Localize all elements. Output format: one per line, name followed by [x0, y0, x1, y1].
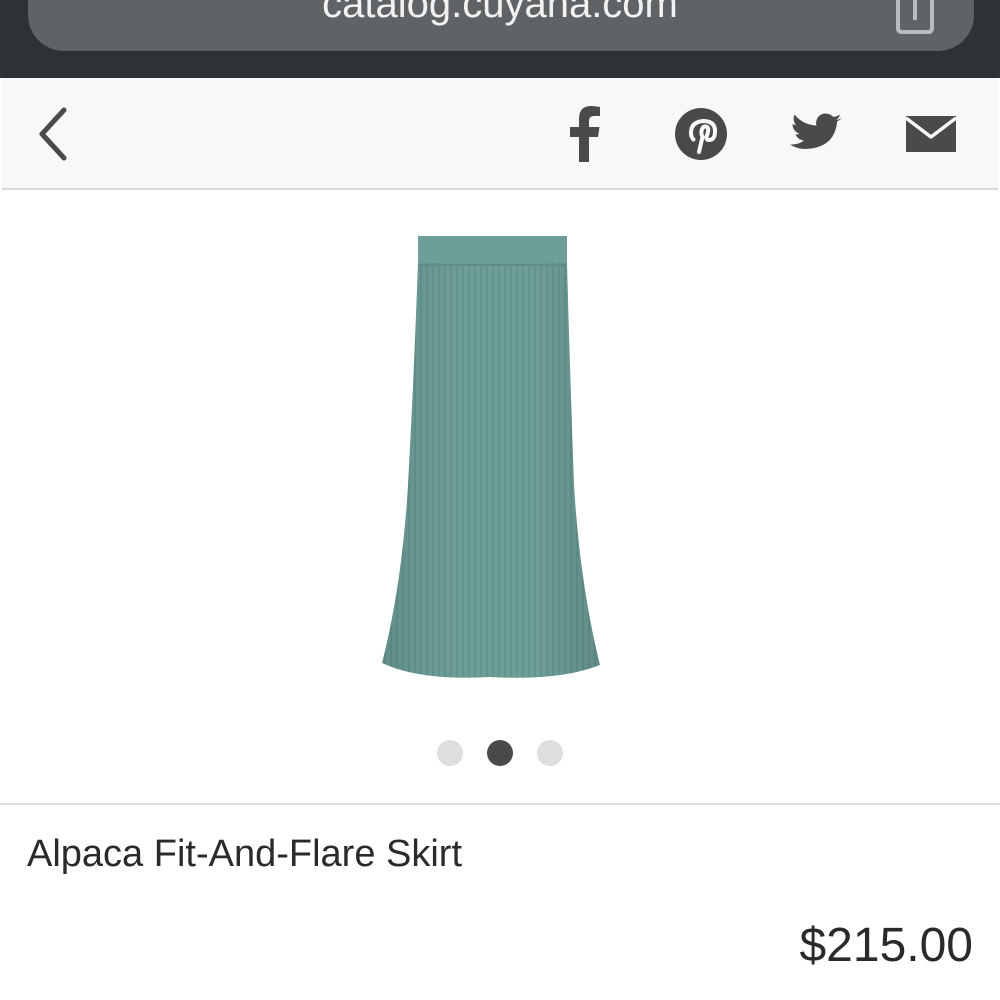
browser-bar: catalog.cuyana.com [0, 0, 1000, 78]
carousel-dot-3[interactable] [537, 740, 563, 766]
carousel-dots [0, 740, 1000, 766]
url-text[interactable]: catalog.cuyana.com [0, 0, 1000, 24]
browser-share-icon[interactable] [892, 0, 938, 34]
toolbar [2, 78, 998, 190]
skirt-image [382, 236, 600, 678]
back-button[interactable] [30, 104, 78, 164]
page: catalog.cuyana.com Alpaca Fit-And-Flare … [0, 0, 1000, 1000]
product-price: $215.00 [799, 919, 973, 972]
product-image[interactable] [360, 225, 620, 695]
carousel-dot-2[interactable] [487, 740, 513, 766]
facebook-share-button[interactable] [555, 104, 617, 164]
twitter-share-button[interactable] [785, 104, 847, 164]
facebook-icon [570, 106, 600, 162]
divider [0, 803, 1000, 805]
product-title: Alpaca Fit-And-Flare Skirt [27, 833, 463, 875]
mail-icon [904, 116, 958, 152]
email-share-button[interactable] [900, 104, 962, 164]
chevron-left-icon [39, 107, 67, 161]
carousel-dot-1[interactable] [437, 740, 463, 766]
pinterest-share-button[interactable] [670, 104, 732, 164]
twitter-icon [790, 113, 842, 149]
pinterest-icon [675, 108, 727, 160]
